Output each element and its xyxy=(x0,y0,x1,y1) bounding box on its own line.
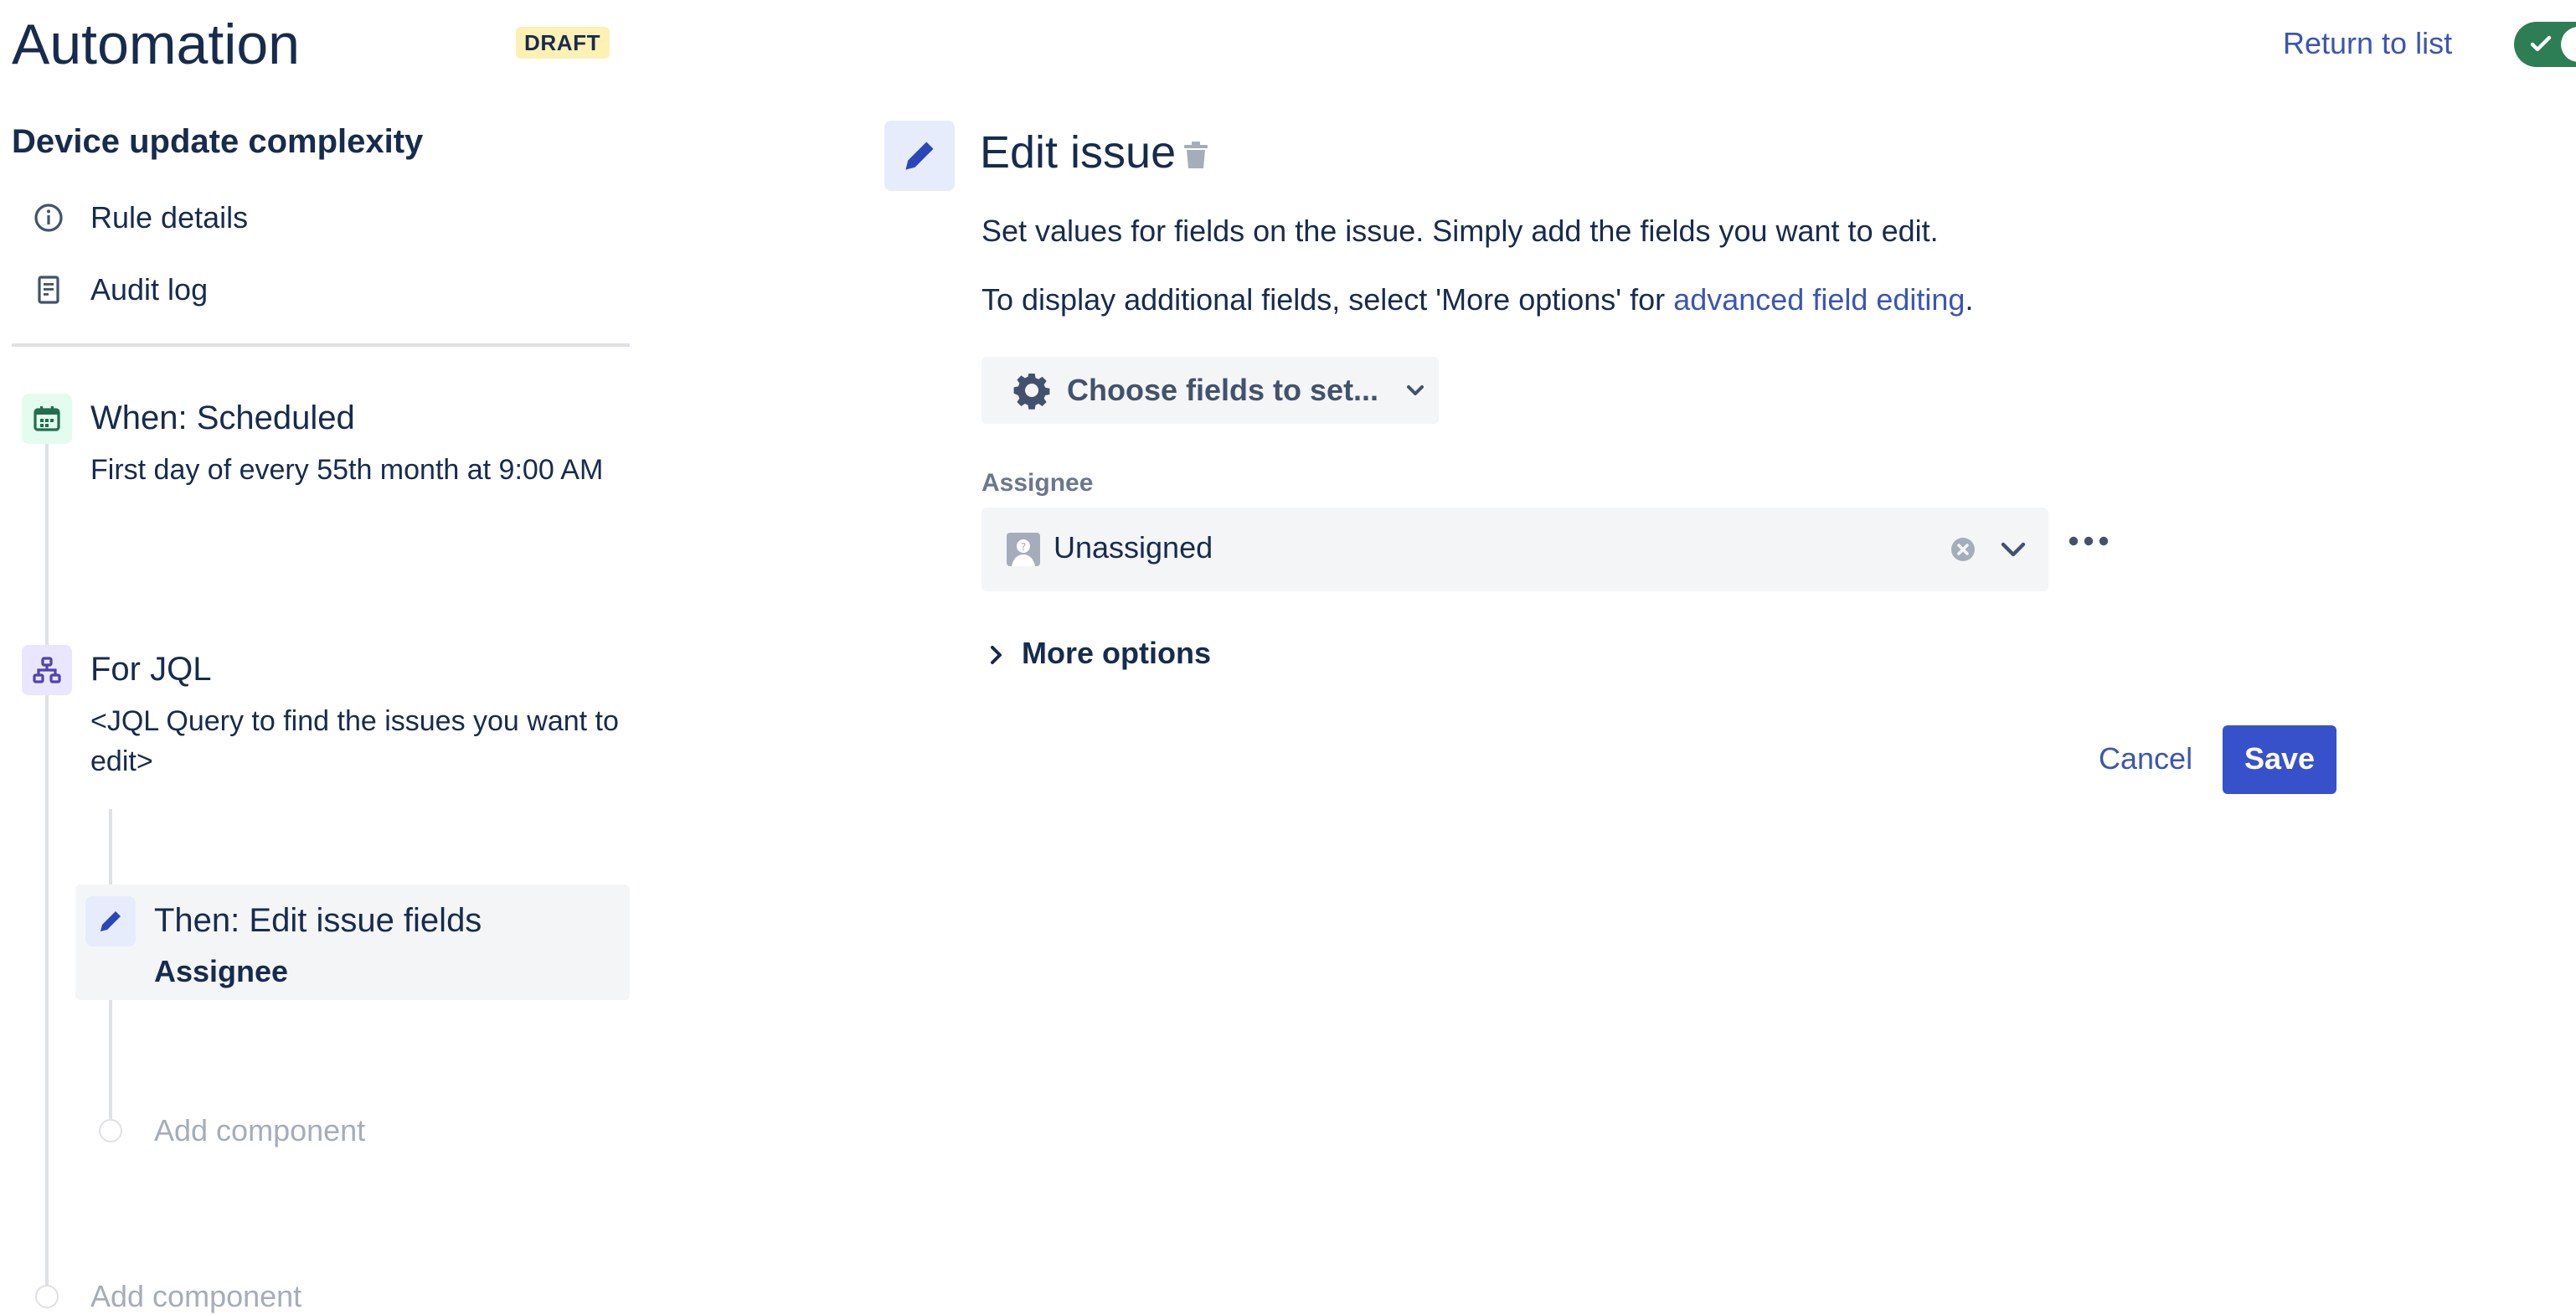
toggle-knob xyxy=(2561,27,2576,62)
check-icon xyxy=(2530,35,2552,52)
edit-issue-icon xyxy=(884,121,955,191)
chevron-down-icon xyxy=(1407,385,1425,395)
sidebar-divider xyxy=(12,343,630,347)
cancel-button[interactable]: Cancel xyxy=(2082,725,2209,794)
branch-icon xyxy=(22,645,72,695)
branch-step-title[interactable]: For JQL xyxy=(90,652,212,690)
choose-fields-button[interactable]: Choose fields to set... xyxy=(981,357,1439,424)
more-options-toggle[interactable]: More options xyxy=(988,637,1211,672)
advanced-prefix: To display additional fields, select 'Mo… xyxy=(981,283,1674,317)
branch-step-description: <JQL Query to find the issues you want t… xyxy=(90,705,619,777)
flow-rail-outer xyxy=(45,444,49,1290)
choose-fields-label: Choose fields to set... xyxy=(1067,373,1379,406)
sidebar-item-audit-log[interactable]: Audit log xyxy=(30,271,208,308)
gear-icon xyxy=(1013,374,1050,410)
action-step-title: Then: Edit issue fields xyxy=(154,903,482,940)
chevron-right-icon xyxy=(991,645,1002,663)
trash-icon[interactable] xyxy=(1182,141,1209,179)
add-component-outer-link[interactable]: Add component xyxy=(90,1280,301,1315)
trigger-step-description: First day of every 55th month at 9:00 AM xyxy=(90,454,604,486)
rule-enabled-toggle[interactable] xyxy=(2514,22,2576,67)
more-actions-icon[interactable] xyxy=(2067,524,2110,566)
return-to-list-link[interactable]: Return to list xyxy=(2283,27,2452,62)
action-step-detail: Assignee xyxy=(154,955,289,988)
status-badge: DRAFT xyxy=(516,27,610,59)
editor-advanced-text: To display additional fields, select 'Mo… xyxy=(981,283,1974,318)
sidebar-item-label: Rule details xyxy=(90,200,249,234)
advanced-field-editing-link[interactable]: advanced field editing xyxy=(1673,283,1965,317)
svg-text:?: ? xyxy=(1021,541,1026,553)
trigger-step-title[interactable]: When: Scheduled xyxy=(90,400,355,439)
calendar-icon xyxy=(22,394,72,444)
add-component-inner-marker xyxy=(99,1119,122,1142)
add-component-outer-marker xyxy=(35,1285,59,1308)
chevron-down-icon[interactable] xyxy=(1998,536,2028,563)
assignee-field-label: Assignee xyxy=(981,469,1094,498)
assignee-select[interactable]: ? Unassigned xyxy=(981,508,2048,591)
editor-title: Edit issue xyxy=(980,127,1177,178)
advanced-suffix: . xyxy=(1965,283,1974,317)
save-button[interactable]: Save xyxy=(2223,725,2336,794)
editor-intro-text: Set values for fields on the issue. Simp… xyxy=(981,214,1939,248)
unassigned-avatar-icon: ? xyxy=(1007,533,1040,566)
sidebar-item-rule-details[interactable]: Rule details xyxy=(30,199,248,236)
page-title: Automation xyxy=(12,13,300,77)
assignee-select-value: Unassigned xyxy=(1054,531,1213,565)
sidebar-item-label: Audit log xyxy=(90,272,209,306)
info-icon xyxy=(30,199,67,236)
clear-icon[interactable] xyxy=(1950,536,1976,563)
add-component-inner-link[interactable]: Add component xyxy=(154,1114,365,1149)
rule-name: Device update complexity xyxy=(12,124,424,161)
more-options-label: More options xyxy=(1022,637,1211,670)
document-icon xyxy=(30,271,67,308)
pencil-icon xyxy=(85,896,136,946)
